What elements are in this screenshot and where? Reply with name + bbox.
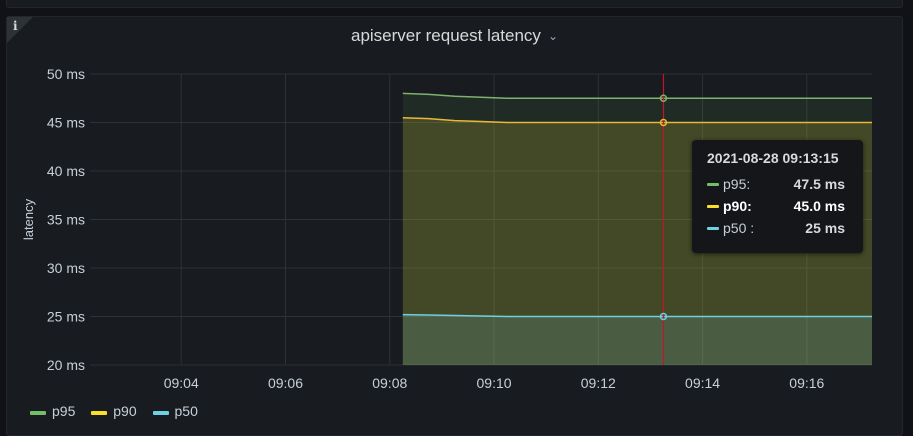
tooltip-row-name: p95:	[723, 176, 751, 192]
p90-swatch	[91, 411, 108, 415]
x-tick-label: 09:10	[477, 375, 512, 391]
tooltip-row-name: p50 :	[723, 220, 755, 236]
y-axis-title: latency	[21, 198, 36, 240]
y-tick-label: 40 ms	[47, 163, 85, 179]
x-tick-label: 09:06	[268, 375, 303, 391]
p50-swatch	[707, 227, 719, 230]
series-area-p50	[402, 314, 872, 365]
p95-swatch	[707, 183, 719, 186]
y-tick-label: 20 ms	[47, 357, 85, 373]
tooltip-time: 2021-08-28 09:13:15	[707, 150, 839, 166]
tooltip-row-name: p90:	[723, 198, 752, 214]
x-tick-label: 09:16	[789, 375, 824, 391]
x-tick-label: 09:04	[164, 375, 199, 391]
tooltip-row-value: 25 ms	[805, 220, 845, 236]
tooltip-row-p50: p50 : 25 ms	[707, 219, 863, 241]
tooltip-row-value: 47.5 ms	[793, 176, 845, 192]
tooltip-row-p95: p95: 47.5 ms	[707, 175, 863, 197]
x-tick-label: 09:08	[372, 375, 407, 391]
y-tick-label: 30 ms	[47, 260, 85, 276]
y-tick-label: 25 ms	[47, 309, 85, 325]
p50-swatch	[152, 411, 169, 415]
y-tick-label: 50 ms	[47, 66, 85, 82]
y-tick-label: 45 ms	[47, 115, 85, 131]
y-tick-label: 35 ms	[47, 212, 85, 228]
series-line-p95	[402, 92, 872, 100]
p90-swatch	[707, 205, 719, 208]
tooltip-row-value: 45.0 ms	[793, 198, 845, 214]
x-tick-label: 09:12	[581, 375, 616, 391]
p95-swatch	[30, 411, 46, 415]
hover-tooltip: 2021-08-28 09:13:15 p95: 47.5 ms p90: 45…	[692, 140, 863, 253]
x-tick-label: 09:14	[685, 375, 720, 391]
tooltip-row-p90: p90: 45.0 ms	[707, 197, 863, 219]
